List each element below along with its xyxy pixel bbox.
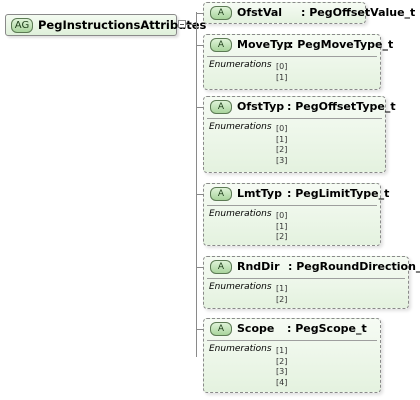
attribute-box[interactable]: A OfstVal : PegOffsetValue_t [203, 2, 415, 24]
attribute-icon: A [210, 6, 232, 20]
enumeration-value: [1] [276, 284, 288, 293]
enumeration-list: [1] [2] [3] [4] [276, 346, 287, 389]
enumeration-value: [0] [276, 62, 288, 71]
attribute-box[interactable]: A RndDir : PegRoundDirection_t Enumerations… [203, 256, 420, 309]
enumerations-label: Enumerations [209, 282, 272, 292]
attribute-type: : PegScope_t [287, 322, 367, 335]
attribute-type: : PegLimitType_t [287, 187, 390, 200]
attribute-type: : PegMoveType_t [289, 38, 394, 51]
attribute-group-box[interactable]: AG PegInstructionsAttributes [5, 14, 206, 36]
attribute-divider [207, 56, 377, 57]
attribute-icon: A [210, 322, 232, 336]
enumeration-value: [1] [276, 134, 288, 144]
attribute-divider [207, 340, 377, 341]
attribute-icon: A [210, 100, 232, 114]
attribute-type: : PegOffsetValue_t [301, 6, 416, 19]
attribute-icon: A [210, 260, 232, 274]
attribute-name: OfstTyp [237, 100, 285, 113]
attribute-box[interactable]: A Scope : PegScope_t Enumerations [1] [2] [3][… [203, 318, 381, 393]
attribute-type: : PegOffsetType_t [287, 100, 396, 113]
attribute-box[interactable]: A OfstTyp: PegOffsetType_t Enumerations [0]… [203, 96, 396, 173]
enumeration-value: [0] [276, 211, 288, 220]
enumerations-label: Enumerations [209, 122, 272, 132]
enumeration-value: [4] [276, 378, 288, 388]
attribute-name: Scope [237, 322, 275, 335]
enumeration-value: [3] [276, 156, 288, 166]
enumeration-value: [2] [276, 145, 288, 155]
enumeration-value: [2] [276, 232, 288, 242]
enumeration-value: [3] [276, 367, 288, 377]
attribute-name: OfstVal [237, 6, 283, 19]
attribute-box[interactable]: A LmtTyp : PegLimitType_t Enumerations [0] [1… [203, 183, 389, 246]
enumeration-value: [1] [276, 221, 288, 231]
attribute-divider [207, 205, 377, 206]
enumeration-value: [2] [276, 294, 288, 304]
enumerations-label: Enumerations [209, 344, 272, 354]
enumerations-label: Enumerations [209, 209, 272, 219]
enumeration-list: [0] [1] [2] [3] [276, 124, 287, 167]
enumeration-list: [1] [2] [276, 284, 287, 305]
connector-horizontal [186, 24, 196, 25]
connector-vertical [196, 12, 197, 357]
attribute-group-icon: AG [11, 18, 33, 33]
attribute-name: MoveTyp [237, 38, 292, 51]
enumeration-value: [1] [276, 72, 288, 82]
attribute-name: LmtTyp [237, 187, 282, 200]
enumeration-value: [0] [276, 124, 288, 133]
enumeration-value: [1] [276, 346, 288, 355]
attribute-divider [207, 118, 382, 119]
attribute-type: : PegRoundDirection_t [288, 260, 420, 273]
attribute-name: RndDir [237, 260, 280, 273]
attribute-divider [207, 278, 405, 279]
attribute-icon: A [210, 187, 232, 201]
attribute-box[interactable]: A MoveTyp: PegMoveType_t Enumerations [0] [1… [203, 34, 393, 90]
enumeration-list: [0] [1] [2] [276, 211, 287, 243]
enumerations-label: Enumerations [209, 60, 272, 70]
attribute-icon: A [210, 38, 232, 52]
collapse-icon[interactable] [178, 20, 186, 28]
enumeration-list: [0] [1] [276, 62, 287, 83]
enumeration-value: [2] [276, 356, 288, 366]
